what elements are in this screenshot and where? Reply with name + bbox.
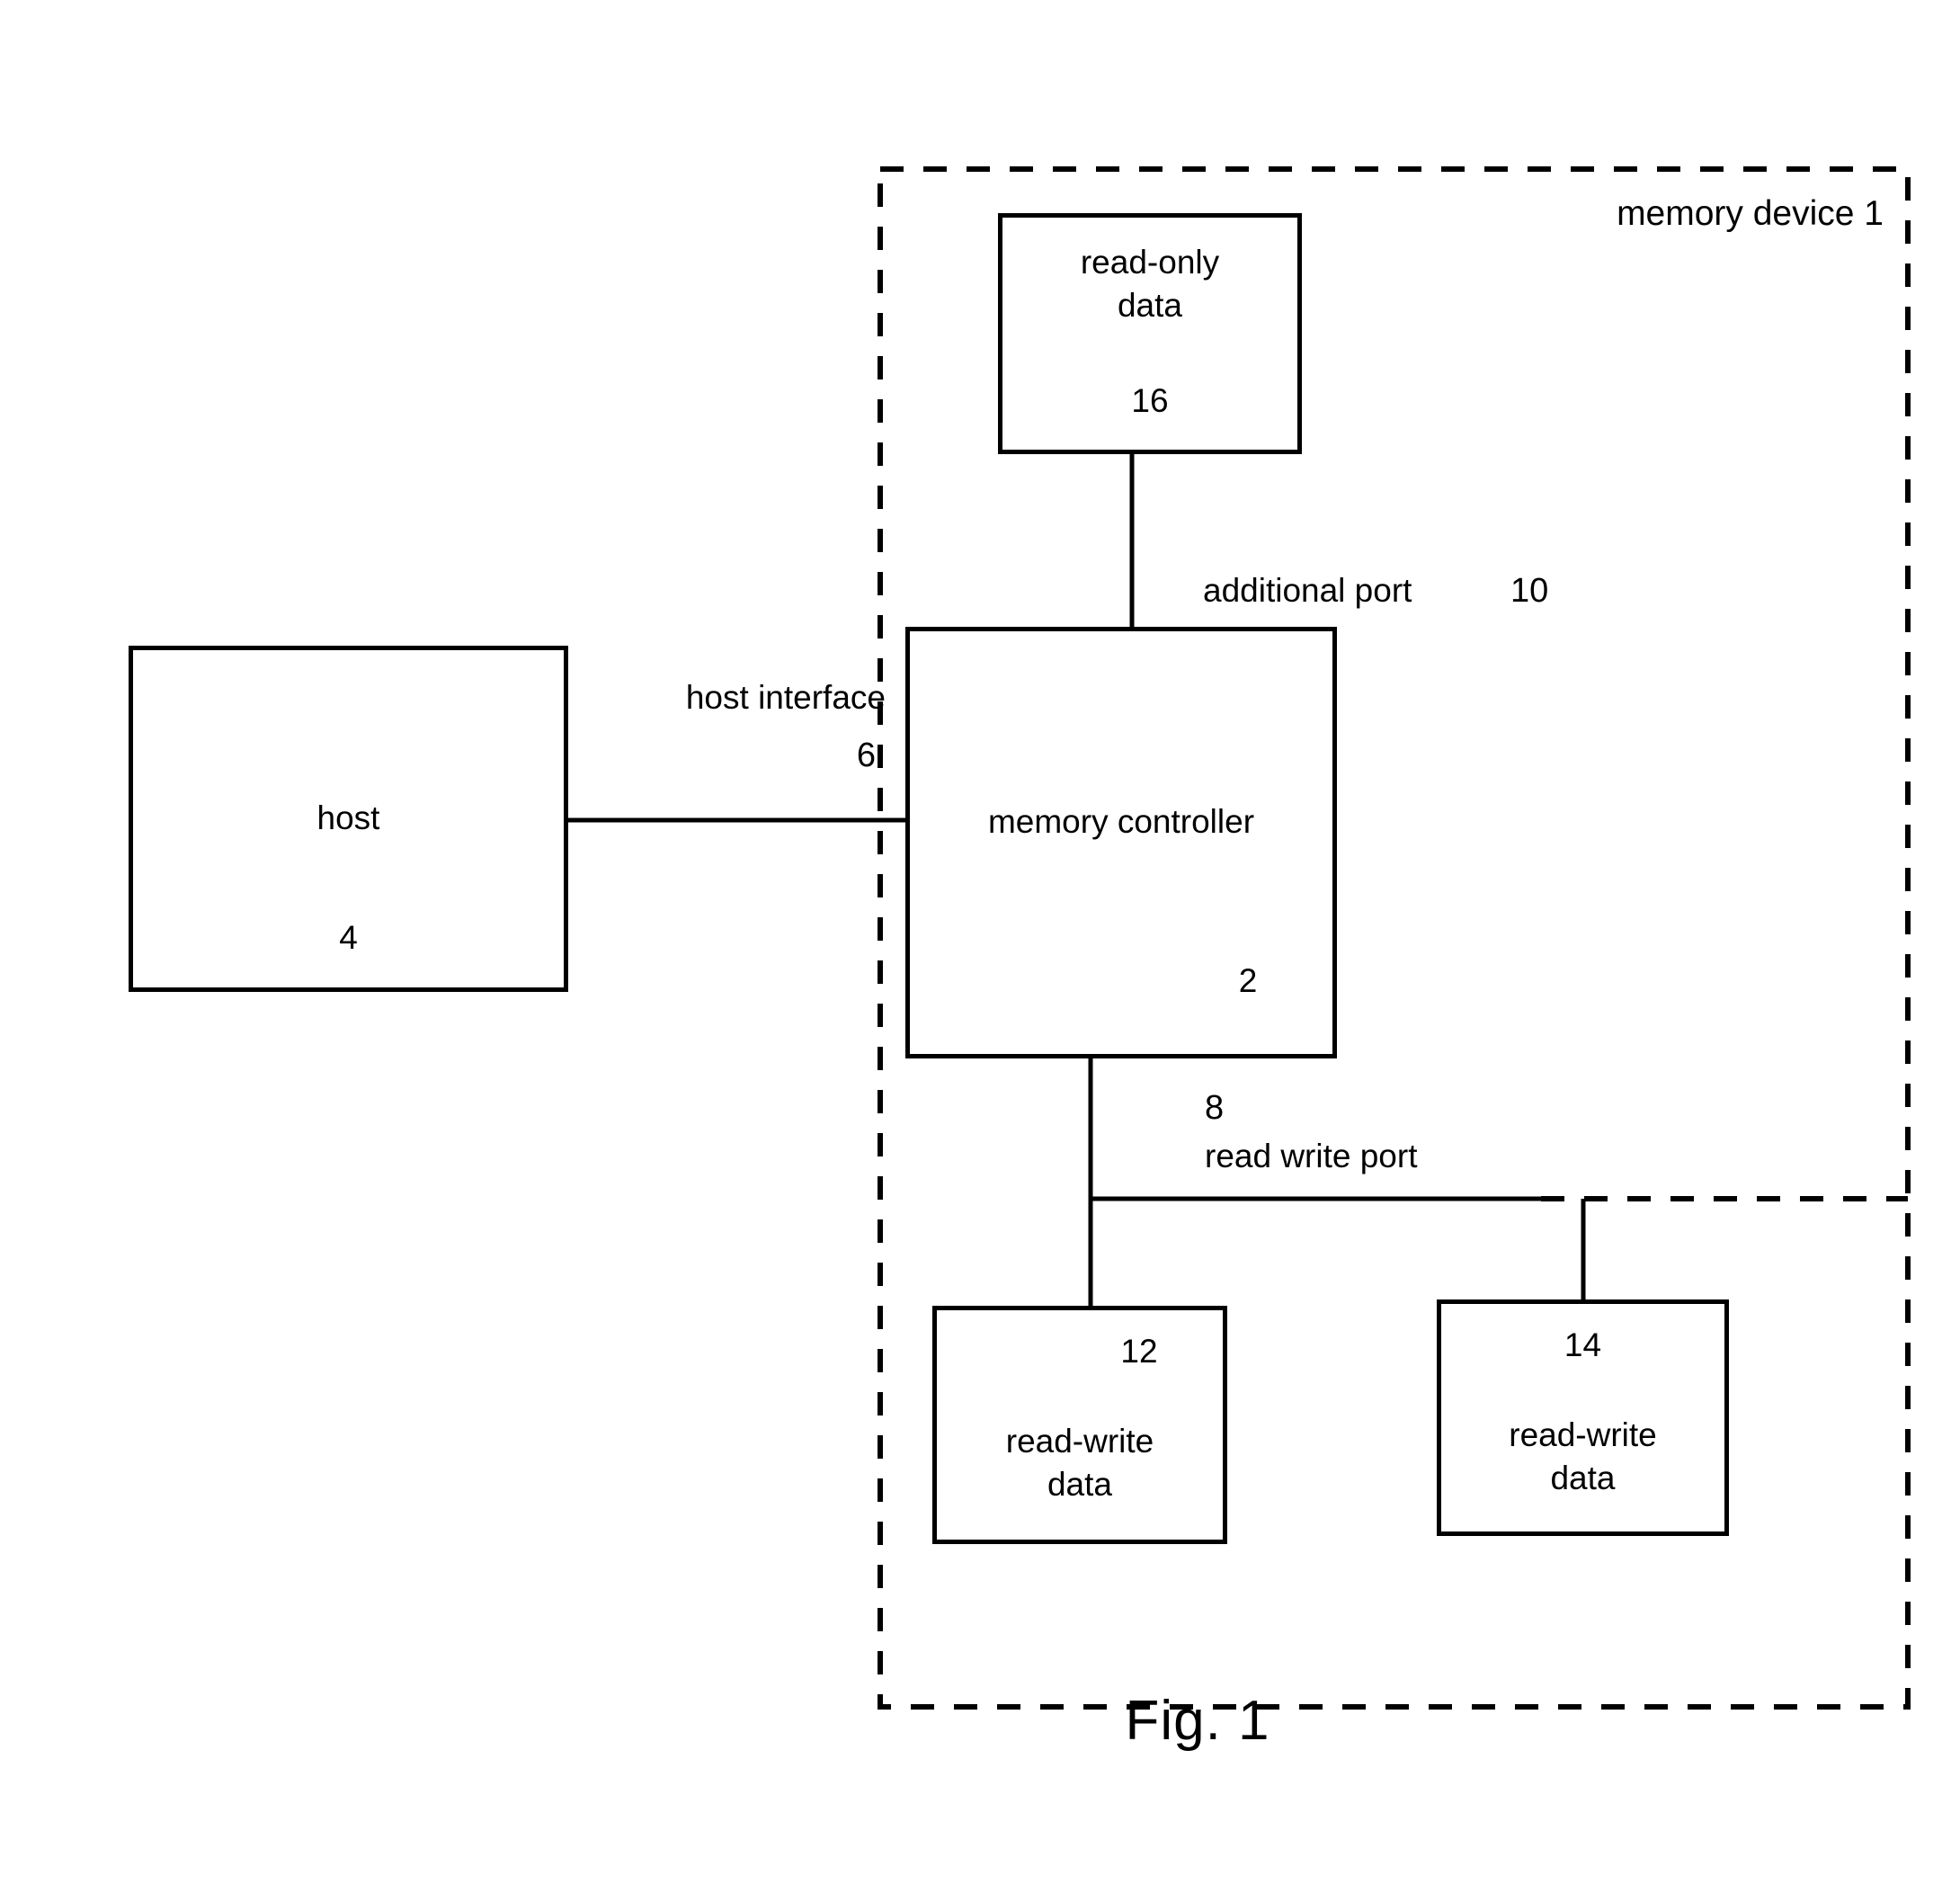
block-read-write-data-14-title: read-write data xyxy=(1509,1416,1657,1497)
block-read-only-data: read-only data 16 xyxy=(998,213,1302,454)
block-host: host 4 xyxy=(129,646,568,992)
block-read-write-data-12-title: read-write data xyxy=(1005,1423,1154,1504)
label-read-write-port: read write port xyxy=(1205,1138,1418,1174)
label-host-interface-ref: 6 xyxy=(856,737,876,774)
label-memory-device: memory device 1 xyxy=(1617,194,1884,233)
block-memory-controller-title: memory controller xyxy=(987,803,1255,840)
block-read-write-data-12: 12 read-write data xyxy=(932,1306,1227,1544)
label-additional-port: additional port xyxy=(1203,572,1412,609)
figure-caption: Fig. 1 xyxy=(1125,1690,1270,1752)
patent-figure: read-only data 16 host 4 memory controll… xyxy=(0,0,1960,1902)
block-read-write-data-12-ref: 12 xyxy=(1120,1333,1158,1370)
block-host-title: host xyxy=(316,799,380,836)
block-memory-controller-ref: 2 xyxy=(1238,962,1258,999)
block-memory-controller: memory controller 2 xyxy=(905,627,1337,1058)
label-additional-port-ref: 10 xyxy=(1510,572,1549,610)
label-read-write-port-ref: 8 xyxy=(1205,1089,1225,1127)
label-host-interface: host interface xyxy=(685,679,886,716)
block-read-write-data-14-ref: 14 xyxy=(1564,1326,1602,1363)
block-read-only-data-ref: 16 xyxy=(1131,382,1169,419)
block-read-write-data-14: 14 read-write data xyxy=(1437,1299,1729,1536)
block-host-ref: 4 xyxy=(339,919,358,956)
block-read-only-data-title: read-only data xyxy=(1080,244,1220,325)
